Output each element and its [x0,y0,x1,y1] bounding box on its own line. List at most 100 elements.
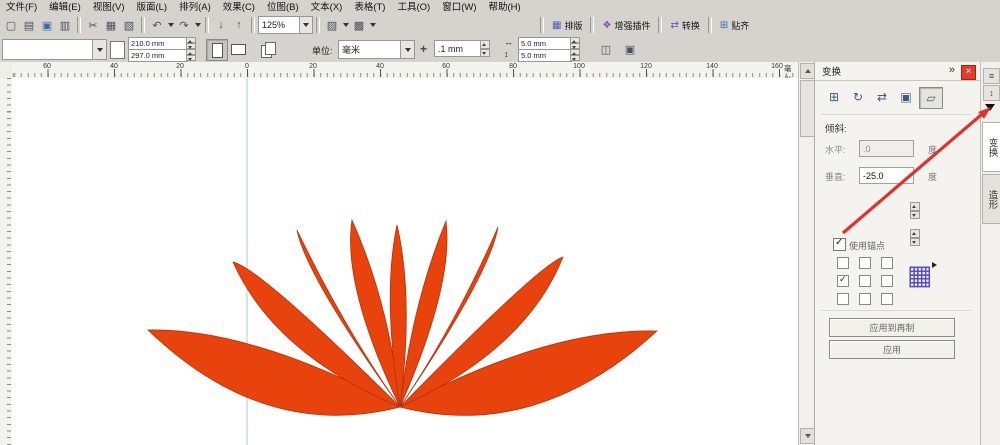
menu-bitmaps[interactable]: 位图(B) [261,1,305,14]
units-dropdown-icon[interactable] [400,41,414,58]
docker-close-icon[interactable]: × [961,65,976,80]
paper-height-spinner[interactable] [186,49,196,61]
paper-height-field[interactable]: 297.0 mm [128,49,188,62]
all-pages-button[interactable] [258,39,278,59]
vertical-unit-label: 度 [928,170,937,183]
paper-width-spinner[interactable] [186,37,196,49]
undo-dropdown-icon[interactable] [166,16,175,34]
apply-to-duplicate-button[interactable]: 应用到再制 [829,318,955,337]
anchor-grid-checkbox[interactable] [859,275,871,287]
undo-icon[interactable]: ↶ [148,16,166,34]
flyout-arrow-icon[interactable] [985,104,995,111]
nudge-value: .1 mm [438,44,463,54]
paper-type-combo[interactable] [2,39,107,60]
anchor-grid-checkbox[interactable] [859,257,871,269]
portrait-button[interactable] [206,39,228,61]
ruler-label: 140 [704,63,720,70]
zoom-dropdown-icon[interactable] [299,17,312,33]
menu-tools[interactable]: 工具(O) [391,1,436,14]
dock-resize-icon[interactable]: ↕ [983,85,1000,101]
menu-text[interactable]: 文本(X) [305,1,349,14]
landscape-button[interactable] [228,39,248,59]
enhance-plugin-icon: ❖ [602,20,611,31]
copy-icon[interactable]: ▦ [102,16,120,34]
convert-button[interactable]: ⇄ 转换 [665,16,704,34]
nudge-spinner[interactable] [480,40,490,57]
menu-layout[interactable]: 版面(L) [130,1,173,14]
toolbar-separator [658,17,662,33]
enhance-plugin-button[interactable]: ❖ 增强插件 [597,16,655,34]
redo-dropdown-icon[interactable] [193,16,202,34]
rotate-transform-icon[interactable]: ↻ [847,87,869,107]
duplicate-y-value: 5.0 mm [521,51,546,60]
menu-help[interactable]: 帮助(H) [482,1,526,14]
drawing-canvas[interactable] [12,78,798,445]
duplicate-y-field[interactable]: 5.0 mm [518,49,572,62]
tab-transform[interactable]: 变换 [982,122,1000,172]
toolbar-separator [590,17,594,33]
vertical-scrollbar[interactable] [798,62,815,445]
welcome-dropdown-icon[interactable] [368,16,377,34]
anchor-grid-checkbox[interactable] [837,275,849,287]
units-combo[interactable]: 毫米 [338,40,415,59]
menu-window[interactable]: 窗口(W) [436,1,482,14]
open-icon[interactable]: ▤ [20,16,38,34]
anchor-grid-checkbox[interactable] [881,257,893,269]
anchor-grid-checkbox[interactable] [837,293,849,305]
menu-file[interactable]: 文件(F) [0,1,43,14]
export-icon[interactable]: ↑ [230,16,248,34]
welcome-screen-icon[interactable]: ▩ [350,16,368,34]
horizontal-skew-field[interactable]: .0 [859,140,914,157]
cut-icon[interactable]: ✂ [84,16,102,34]
use-anchor-checkbox[interactable] [833,238,846,251]
apply-button[interactable]: 应用 [829,340,955,359]
vertical-skew-value: -25.0 [863,171,884,181]
position-transform-icon[interactable]: ⊞ [823,87,845,107]
use-anchor-label: 使用锚点 [849,239,885,252]
menu-arrange[interactable]: 排列(A) [173,1,217,14]
horizontal-skew-spinner[interactable] [910,202,920,219]
snap-options-icon[interactable]: ▣ [620,39,640,59]
vertical-skew-field[interactable]: -25.0 [859,167,914,184]
skew-transform-icon[interactable]: ▱ [919,87,943,109]
application-launcher-icon[interactable]: ▨ [323,16,341,34]
docker-title-bar[interactable]: 变换 » × [815,62,981,81]
apply-label: 应用 [883,343,901,356]
menu-table[interactable]: 表格(T) [348,1,391,14]
redo-icon[interactable]: ↷ [175,16,193,34]
menu-bar: 文件(F) 编辑(E) 视图(V) 版面(L) 排列(A) 效果(C) 位图(B… [0,0,1000,15]
anchor-grid-checkbox[interactable] [881,275,893,287]
print-icon[interactable]: ▥ [56,16,74,34]
anchor-grid-checkbox[interactable] [837,257,849,269]
treat-as-filled-icon[interactable]: ◫ [596,39,616,59]
paste-icon[interactable]: ▧ [120,16,138,34]
layout-plugin-button[interactable]: ▦ 排版 [547,16,587,34]
size-transform-icon[interactable]: ▣ [895,87,917,107]
docker-collapse-icon[interactable]: » [949,64,955,76]
menu-view[interactable]: 视图(V) [87,1,131,14]
duplicate-y-spinner[interactable] [570,49,580,61]
lotus-flower[interactable] [148,220,657,415]
snap-button[interactable]: ⊞ 贴齐 [715,16,754,34]
new-document-icon[interactable]: ▢ [2,16,20,34]
menu-effects[interactable]: 效果(C) [217,1,261,14]
save-icon[interactable]: ▣ [38,16,56,34]
vertical-skew-spinner[interactable] [910,229,920,246]
anchor-grid-checkbox[interactable] [859,293,871,305]
launcher-dropdown-icon[interactable] [341,16,350,34]
menu-edit[interactable]: 编辑(E) [43,1,87,14]
scale-mirror-transform-icon[interactable]: ⇄ [871,87,893,107]
ruler-label: 60 [39,63,55,70]
snap-icon: ⊞ [720,20,728,31]
import-icon[interactable]: ↓ [212,16,230,34]
tab-shaping[interactable]: 造形 [982,174,1000,224]
toolbar-separator [141,17,145,33]
dock-options-icon[interactable]: ≡ [983,68,1000,84]
paper-type-dropdown-icon[interactable] [92,40,106,59]
nudge-icon: + [420,42,427,56]
duplicate-x-spinner[interactable] [570,37,580,49]
nudge-field[interactable]: .1 mm [434,40,483,57]
horizontal-ruler[interactable]: 60 40 20 0 20 40 60 80 100 120 140 160 毫… [12,62,798,79]
zoom-level-combo[interactable]: 125% [258,16,313,34]
anchor-grid-checkbox[interactable] [881,293,893,305]
